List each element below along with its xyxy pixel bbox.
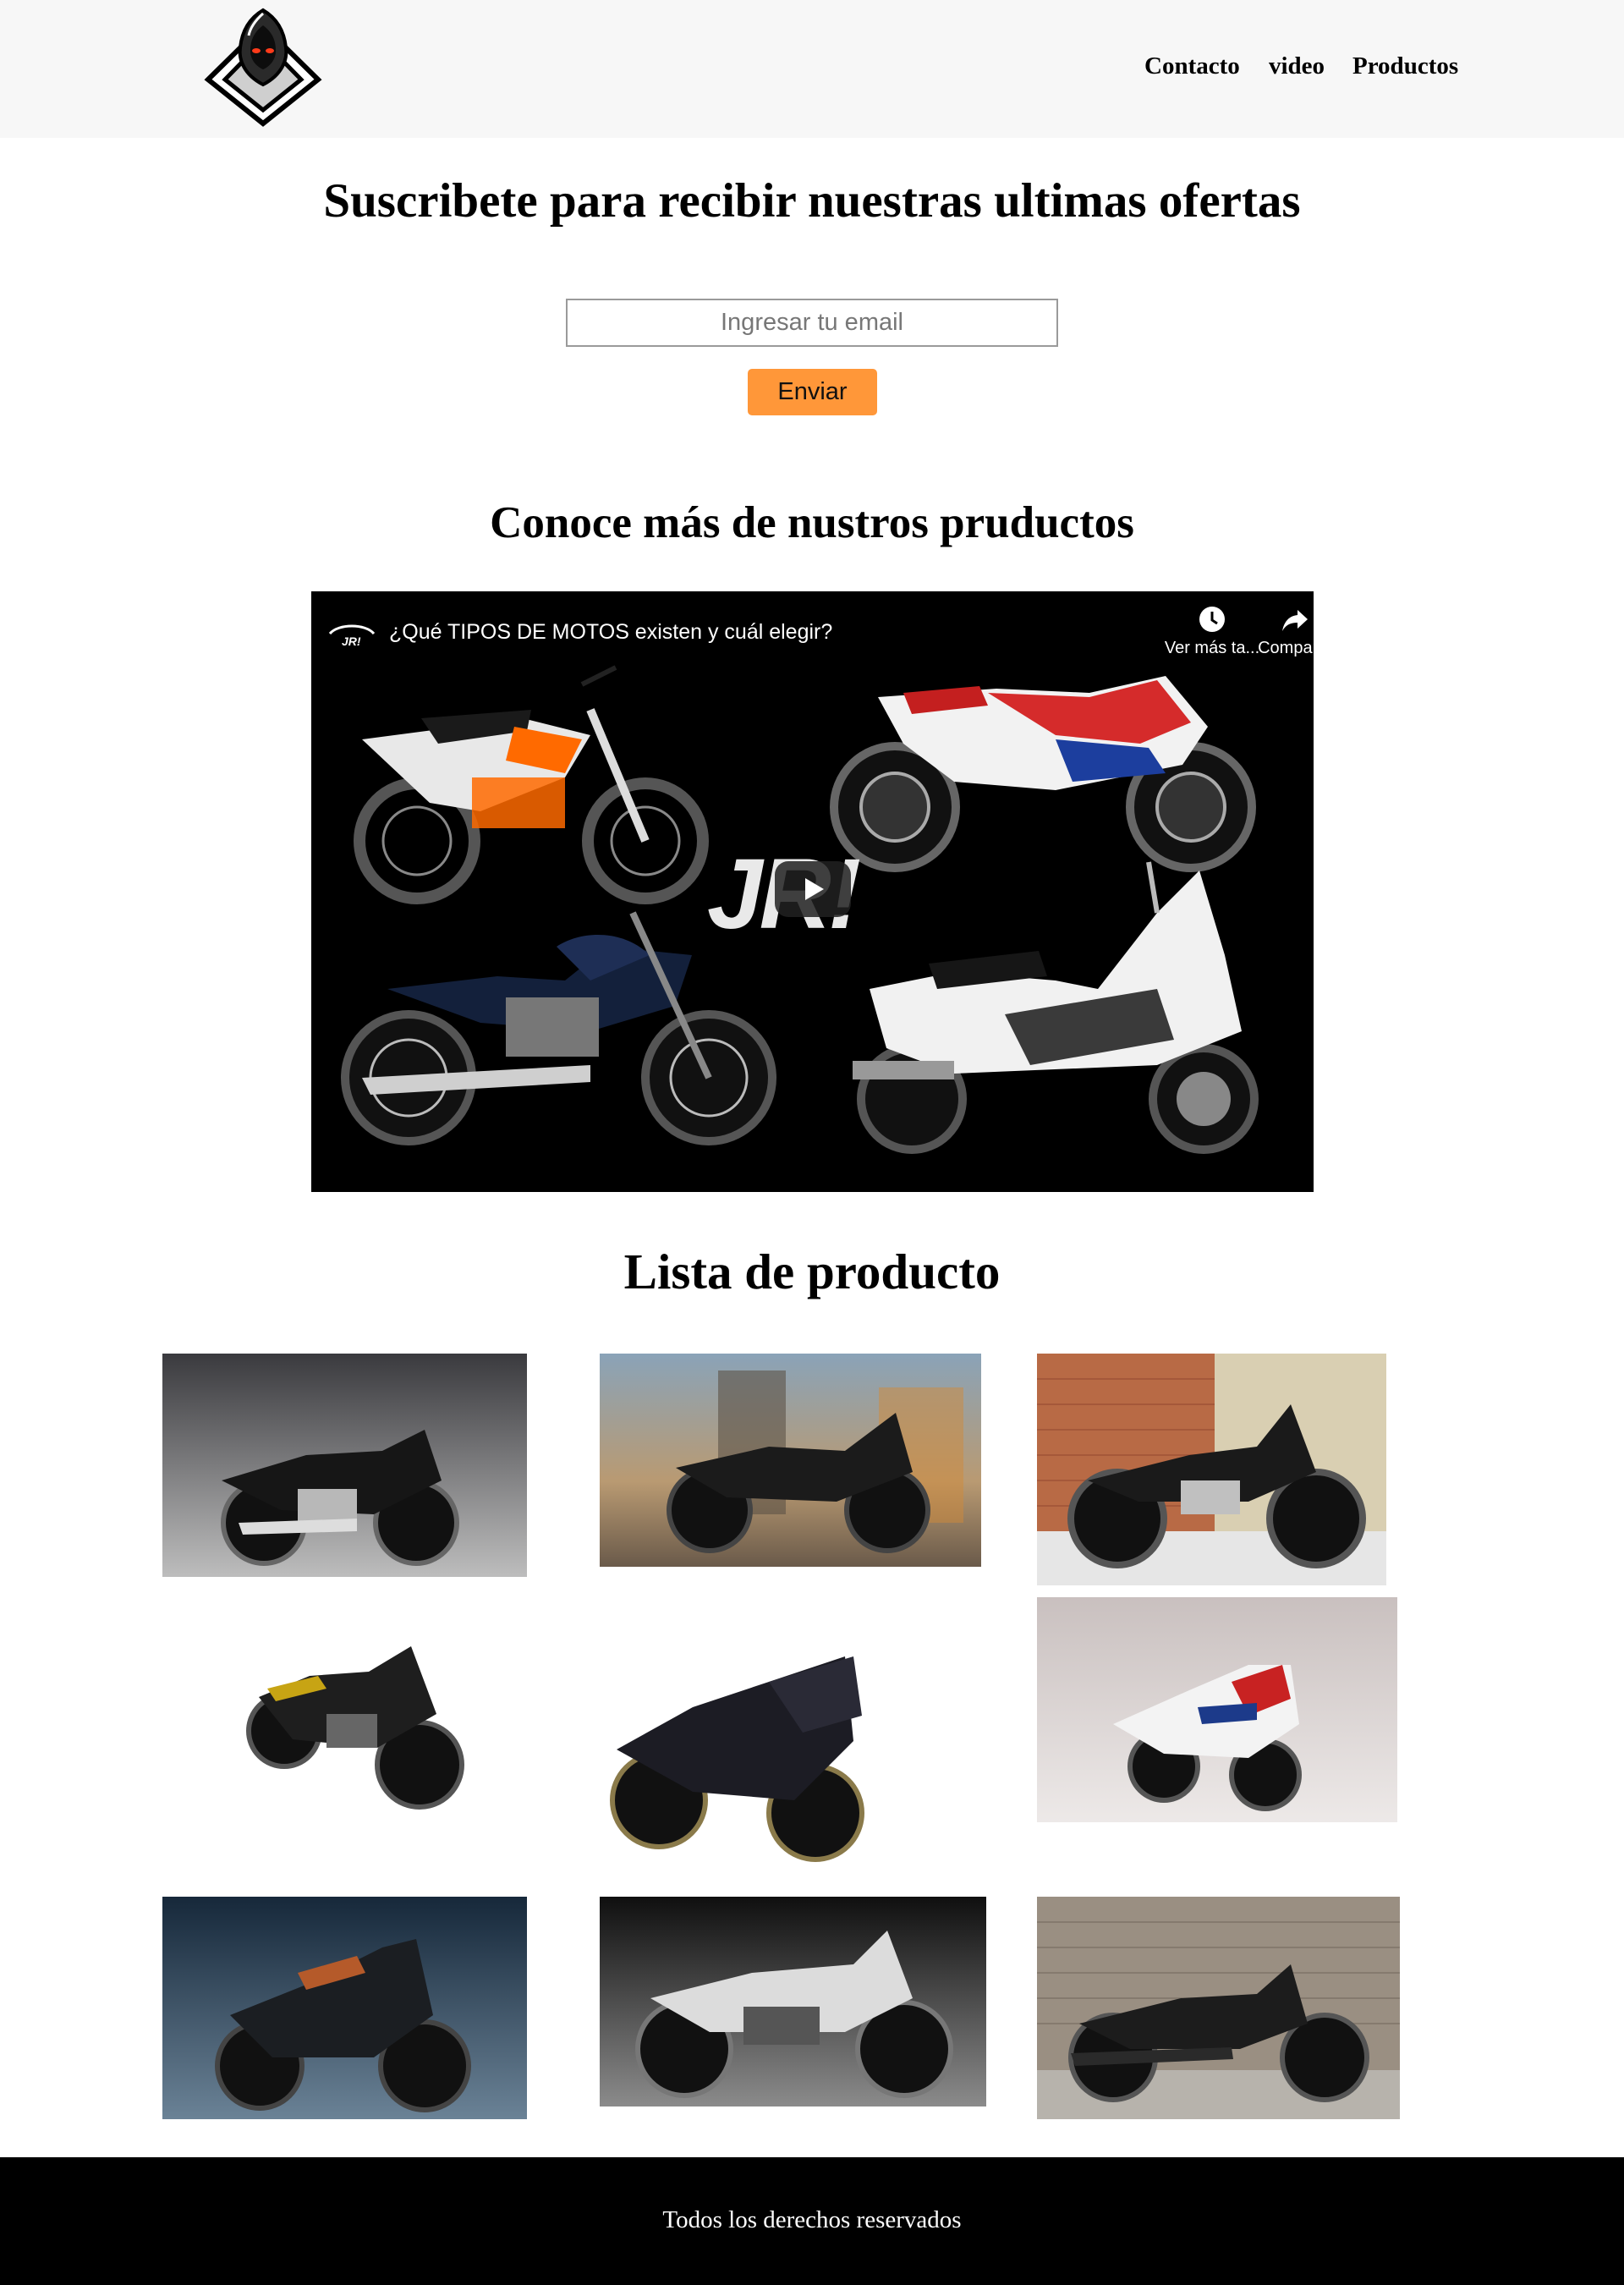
video-player[interactable]: JR! JR! ¿Qué TIPOS DE MOTOS existen y cu… (311, 591, 1314, 1192)
share-button[interactable]: Compartir (1240, 605, 1314, 658)
share-icon (1282, 610, 1308, 631)
send-button[interactable]: Enviar (748, 369, 877, 415)
product-image-1[interactable] (162, 1354, 527, 1577)
share-label: Compartir (1258, 639, 1314, 657)
nav-link-productos[interactable]: Productos (1352, 52, 1458, 80)
copyright-text: Todos los derechos reservados (662, 2206, 962, 2233)
email-input[interactable] (566, 299, 1058, 347)
play-icon[interactable] (775, 861, 851, 917)
product-image-6[interactable] (1037, 1597, 1397, 1822)
subscribe-heading: Suscribete para recibir nuestras ultimas… (323, 174, 1301, 228)
product-image-8[interactable] (600, 1897, 986, 2106)
products-heading: Lista de producto (623, 1244, 1001, 1299)
site-header: Contacto video Productos (0, 0, 1624, 138)
product-image-4[interactable] (242, 1596, 467, 1811)
product-image-2[interactable] (600, 1354, 981, 1567)
product-image-5[interactable] (600, 1623, 875, 1865)
nav-link-video[interactable]: video (1269, 52, 1325, 80)
product-image-3[interactable] (1037, 1354, 1386, 1585)
site-footer: Todos los derechos reservados (0, 2157, 1624, 2285)
channel-logo-icon[interactable]: JR! (326, 617, 377, 648)
product-image-9[interactable] (1037, 1897, 1400, 2119)
nav-link-contacto[interactable]: Contacto (1144, 52, 1240, 80)
video-title[interactable]: ¿Qué TIPOS DE MOTOS existen y cuál elegi… (389, 620, 832, 645)
hooded-logo-icon[interactable] (200, 7, 326, 127)
video-section-heading: Conoce más de nustros pruductos (490, 498, 1134, 547)
product-image-7[interactable] (162, 1897, 527, 2119)
svg-text:JR!: JR! (342, 634, 361, 647)
clock-icon (1199, 607, 1225, 632)
